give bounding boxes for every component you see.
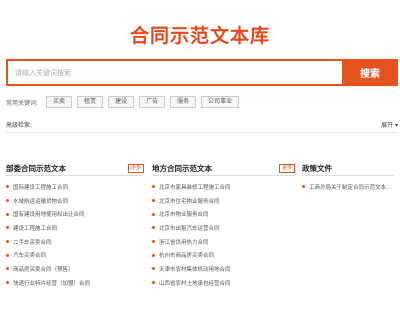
advanced-filter-label: 高级检索: [6,122,33,129]
advanced-filter: 高级检索: 展开 ▾ [6,117,398,133]
expand-filter-toggle[interactable]: 展开 ▾ [381,120,398,129]
item-link[interactable]: 工商总局关于制定合同示范文本... [309,183,391,191]
ministry-templates-column: 部委合同示范文本 更多 国际建设工程施工合同 水域航运运输货物合同 国有建设用地… [6,164,144,290]
bullet-icon [152,240,155,244]
bullet-icon [152,226,155,230]
page-title: 合同示范文本库 [129,25,270,47]
policy-documents-column: 政策文件 工商总局关于制定合同示范文本... [302,164,394,194]
list-item[interactable]: 北京市出租汽车运营合同 [152,221,295,235]
list-item[interactable]: 二手车买卖合同 [6,235,144,249]
bullet-icon [302,185,305,189]
search-input[interactable] [6,59,342,86]
item-link[interactable]: 浙江省供用热力合同 [159,238,209,246]
keyword-tag[interactable]: 广告 [139,96,166,108]
bullet-icon [152,185,155,189]
list-item[interactable]: 汽车买卖合同 [6,248,144,262]
item-link[interactable]: 国有建设用地使用权出让合同 [13,210,85,218]
bullet-icon [6,240,9,244]
hot-keywords-label: 常用关键词: [6,99,39,107]
expand-label: 展开 [381,122,394,129]
item-link[interactable]: 山西省农村土地承包经营合同 [159,279,231,287]
item-link[interactable]: 北京市物业服务合同 [159,210,209,218]
keyword-tag[interactable]: 建设 [108,96,135,108]
local-templates-column: 地方合同示范文本 更多 北京市家具装修工程施工合同 北京市住宅物业服务合同 北京… [152,164,295,290]
keyword-tag[interactable]: 买卖 [46,96,73,108]
bullet-icon [6,281,9,285]
item-link[interactable]: 建设工程施工合同 [13,224,57,232]
item-link[interactable]: 二手车买卖合同 [13,238,52,246]
bullet-icon [152,281,155,285]
list-item[interactable]: 水域航运运输货物合同 [6,194,144,208]
list-item[interactable]: 商品房买卖合同（预售） [6,262,144,276]
column-title: 地方合同示范文本 [152,164,212,173]
column-title: 部委合同示范文本 [6,164,66,173]
bullet-icon [6,199,9,203]
bullet-icon [152,199,155,203]
item-link[interactable]: 北京市家具装修工程施工合同 [159,183,231,191]
list-item[interactable]: 山西省农村土地承包经营合同 [152,276,295,290]
item-link[interactable]: 北京市出租汽车运营合同 [159,224,220,232]
list-item[interactable]: 北京市物业服务合同 [152,207,295,221]
chevron-down-icon: ▾ [393,122,398,129]
item-link[interactable]: 汽车买卖合同 [13,251,46,259]
keyword-tag[interactable]: 租赁 [77,96,104,108]
item-link[interactable]: 北京市住宅物业服务合同 [159,197,220,205]
list-item[interactable]: 建设工程施工合同 [6,221,144,235]
search-button[interactable]: 搜索 [342,59,398,86]
list-item[interactable]: 浙江省供用热力合同 [152,235,295,249]
item-link[interactable]: 水域航运运输货物合同 [13,197,68,205]
list-item[interactable]: 北京市住宅物业服务合同 [152,194,295,208]
item-link[interactable]: 国际建设工程施工合同 [13,183,68,191]
item-link[interactable]: 快递行业特许经营（加盟）合同 [13,279,90,287]
hot-keywords: 常用关键词: 买卖 租赁 建设 广告 服务 公司事业 [6,96,240,108]
bullet-icon [6,253,9,257]
item-link[interactable]: 商品房买卖合同（预售） [13,265,74,273]
list-item[interactable]: 杭州市商品房买卖合同 [152,248,295,262]
list-item[interactable]: 快递行业特许经营（加盟）合同 [6,276,144,290]
list-item[interactable]: 天津市农村集体机动用地合同 [152,262,295,276]
list-item[interactable]: 工商总局关于制定合同示范文本... [302,180,394,194]
bullet-icon [6,267,9,271]
bullet-icon [6,185,9,189]
bullet-icon [6,226,9,230]
bullet-icon [152,267,155,271]
list-item[interactable]: 国际建设工程施工合同 [6,180,144,194]
column-title: 政策文件 [302,164,332,173]
search-bar: 搜索 [6,59,398,86]
keyword-tag[interactable]: 服务 [170,96,197,108]
keyword-tag[interactable]: 公司事业 [201,96,240,108]
item-link[interactable]: 杭州市商品房买卖合同 [159,251,214,259]
bullet-icon [152,253,155,257]
item-link[interactable]: 天津市农村集体机动用地合同 [159,265,231,273]
bullet-icon [6,212,9,216]
more-link[interactable]: 更多 [278,164,295,173]
more-link[interactable]: 更多 [127,164,144,173]
bullet-icon [152,212,155,216]
list-item[interactable]: 国有建设用地使用权出让合同 [6,207,144,221]
list-item[interactable]: 北京市家具装修工程施工合同 [152,180,295,194]
